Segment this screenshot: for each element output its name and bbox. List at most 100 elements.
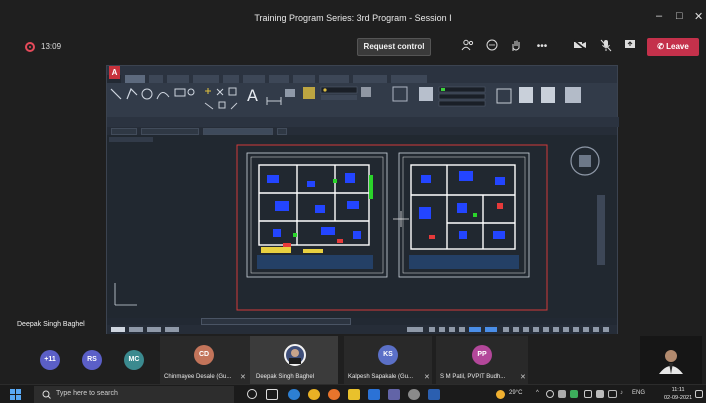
svg-text:A: A [247,86,258,105]
status-toggle[interactable] [513,327,519,332]
word-icon[interactable] [428,389,440,400]
maximize-icon[interactable]: □ [676,10,683,22]
drawing-canvas[interactable] [107,135,617,318]
weather-temperature: 29°C [509,390,523,396]
weather-icon[interactable] [496,390,505,399]
search-icon [42,390,51,399]
overflow-participants-button[interactable]: +11 [34,336,66,384]
notification-icon[interactable] [695,390,703,398]
clock-time: 11:11 [671,387,685,393]
tray-chevron-icon[interactable]: ^ [536,390,539,396]
task-view-icon[interactable] [266,389,278,400]
chat-tray-icon[interactable] [608,390,617,398]
participant-name: Kalpesh Sapakale (Gu... [348,374,414,380]
layout-tab[interactable] [147,327,161,332]
ribbon-tab [193,75,219,83]
camera-off-icon[interactable] [572,39,588,55]
ribbon-tools: A [107,86,619,127]
edge-icon[interactable] [288,389,300,400]
search-placeholder: Type here to search [56,390,118,397]
status-toggle[interactable] [439,327,445,332]
status-toggle[interactable] [407,327,423,332]
avatar: PP [472,345,492,365]
taskbar-search-box[interactable]: Type here to search [34,386,234,403]
clock-date: 02-09-2021 [664,395,693,401]
store-icon[interactable] [368,389,380,400]
layout-tab[interactable] [165,327,179,332]
participant-tile[interactable]: PP S M Patil, PVPIT Budh... ✕ [436,336,528,384]
status-toggle[interactable] [543,327,549,332]
participant-tile[interactable]: KS Kalpesh Sapakale (Gu... ✕ [344,336,432,384]
status-toggle[interactable] [533,327,539,332]
file-tab-active[interactable] [203,128,273,135]
status-toggle[interactable] [469,327,481,332]
leave-button[interactable]: ✆ Leave [647,38,699,56]
teams-icon[interactable] [388,389,400,400]
mic-off-icon[interactable] [598,39,614,55]
battery-icon[interactable] [584,390,592,398]
status-toggle[interactable] [429,327,435,332]
autocad-window: A A [106,65,619,334]
status-toggle[interactable] [523,327,529,332]
new-tab-button[interactable] [277,128,287,135]
autocad-title-bar [107,66,617,75]
meeting-title: Training Program Series: 3rd Program - S… [254,13,452,23]
participant-tile[interactable]: CD Chinmayee Desale (Gu... ✕ [160,336,250,384]
self-video [659,350,683,374]
participant-name: Deepak Singh Baghel [256,374,315,380]
avatar: KS [378,345,398,365]
layout-tab[interactable] [129,327,143,332]
system-clock[interactable]: 11:11 02-09-2021 [664,386,692,402]
customize-icon[interactable] [603,327,609,332]
avatar: MC [124,350,144,370]
share-tray-icon[interactable] [622,39,638,55]
windows-start-icon[interactable] [10,389,21,400]
status-toggle[interactable] [553,327,559,332]
network-icon[interactable] [596,390,604,398]
more-icon[interactable]: ••• [534,39,550,55]
ribbon-tab [223,75,239,83]
command-line[interactable] [201,318,351,325]
chrome-icon[interactable] [308,389,320,400]
overflow-count: +11 [40,350,60,370]
model-tab[interactable] [111,327,125,332]
volume-icon[interactable]: ♪ [620,390,623,396]
avatar [284,344,306,366]
minimize-icon[interactable]: – [656,10,662,22]
participant-tile[interactable]: Deepak Singh Baghel [250,336,338,384]
status-toggle[interactable] [485,327,497,332]
status-toggle[interactable] [503,327,509,332]
status-toggle[interactable] [563,327,569,332]
chat-icon[interactable] [484,39,500,55]
participant-strip: +11 RS MC CD Chinmayee Desale (Gu... ✕ D… [0,336,706,384]
status-toggle[interactable] [593,327,599,332]
autocad-status-bar [107,325,617,334]
file-explorer-icon[interactable] [348,389,360,400]
close-icon[interactable]: ✕ [694,10,703,23]
firefox-icon[interactable] [328,389,340,400]
ribbon-tab [319,75,349,83]
file-tab[interactable] [141,128,199,135]
status-toggle[interactable] [583,327,589,332]
tray-app-icon[interactable] [546,390,554,398]
participant-name: Chinmayee Desale (Gu... [164,374,232,380]
participant-tile[interactable]: RS [76,336,108,384]
file-tab[interactable] [111,128,137,135]
tray-app-icon[interactable] [570,390,578,398]
cortana-icon[interactable] [247,389,257,399]
self-view-tile[interactable] [640,336,702,384]
raise-hand-icon[interactable] [508,39,524,55]
request-control-button[interactable]: Request control [357,38,431,56]
participants-icon[interactable] [460,39,476,55]
settings-icon[interactable] [408,389,420,400]
participant-tile[interactable]: MC [118,336,150,384]
status-toggle[interactable] [459,327,465,332]
status-toggle[interactable] [573,327,579,332]
status-toggle[interactable] [449,327,455,332]
tray-app-icon[interactable] [558,390,566,398]
meeting-timer: 13:09 [41,42,62,51]
shared-screen: A A Deepak Singh Baghel [0,58,706,336]
avatar: CD [194,345,214,365]
input-language[interactable]: ENG [632,390,645,396]
autocad-logo-icon: A [109,66,120,79]
